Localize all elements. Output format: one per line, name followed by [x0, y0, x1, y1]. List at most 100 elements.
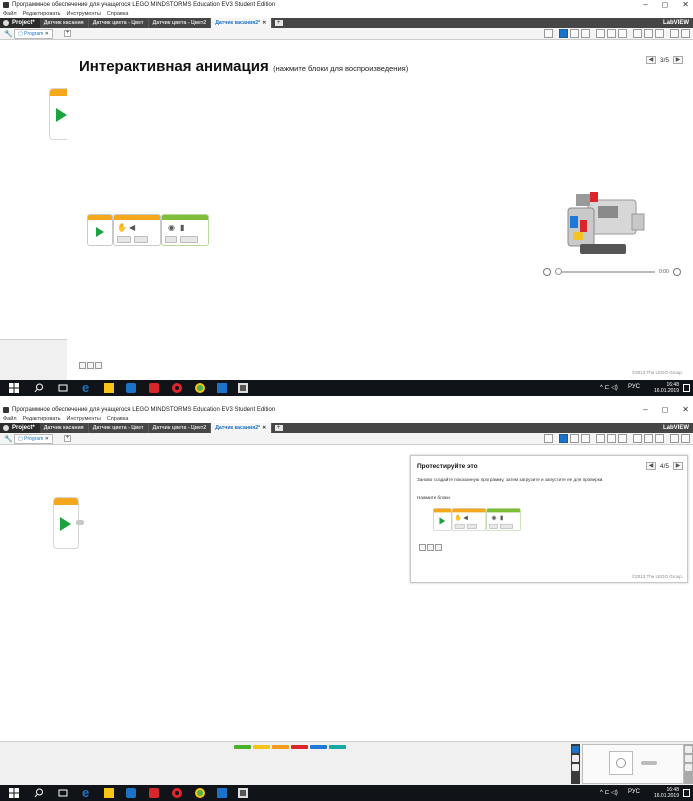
value-selector[interactable]	[180, 236, 198, 243]
zoom-out-icon[interactable]	[79, 362, 86, 369]
menu-tools[interactable]: Инструменты	[67, 415, 101, 423]
palette-sensor-tab[interactable]	[272, 745, 289, 749]
add-program-button[interactable]: +	[64, 30, 71, 37]
strip-start-block[interactable]	[433, 508, 452, 532]
palette-flow-tab[interactable]	[253, 745, 270, 749]
photos-icon[interactable]	[217, 788, 227, 798]
mode-selector[interactable]	[134, 236, 148, 243]
notification-icon[interactable]	[683, 789, 690, 797]
run-icon[interactable]	[685, 755, 692, 762]
close-window-button[interactable]: ✕	[682, 405, 689, 415]
help-icon[interactable]	[670, 434, 679, 443]
port-selector-2[interactable]	[165, 236, 177, 243]
maximize-button[interactable]: ◻	[662, 0, 669, 10]
port-selector[interactable]	[117, 236, 131, 243]
minimize-button[interactable]: –	[643, 0, 647, 10]
tray-icons[interactable]: ^ ⊏ ◁)	[600, 789, 618, 796]
comment-tool-icon[interactable]	[581, 29, 590, 38]
tab-touch-sensor[interactable]: Датчик касания	[40, 423, 89, 433]
tab-color-sensor[interactable]: Датчик цвета - Цвет	[89, 18, 149, 28]
zoom-in-icon[interactable]	[87, 362, 94, 369]
task-view-icon[interactable]	[58, 788, 68, 798]
robot-educator-icon[interactable]	[681, 434, 690, 443]
chrome-icon[interactable]	[195, 383, 205, 393]
add-program-button[interactable]: +	[64, 435, 71, 442]
language-indicator[interactable]: РУС	[628, 384, 640, 390]
close-tab-icon[interactable]: ✕	[262, 20, 266, 26]
ev3-icon[interactable]	[149, 383, 159, 393]
menu-edit[interactable]: Редактировать	[23, 10, 61, 18]
redo-icon[interactable]	[618, 29, 627, 38]
pan-tool-icon[interactable]	[570, 434, 579, 443]
minimize-button[interactable]: –	[643, 405, 647, 415]
tab-touch-sensor-2[interactable]: Датчик касания2* ✕	[211, 423, 272, 433]
menu-file[interactable]: Файл	[3, 10, 17, 18]
maximize-button[interactable]: ◻	[662, 405, 669, 415]
pan-tool-icon[interactable]	[570, 29, 579, 38]
tab-project[interactable]: Project*	[0, 18, 40, 28]
tray-icons[interactable]: ^ ⊏ ◁)	[600, 384, 618, 391]
tab-color-sensor-2[interactable]: Датчик цвета - Цвет2	[149, 18, 212, 28]
task-view-icon[interactable]	[58, 383, 68, 393]
comment-tool-icon[interactable]	[581, 434, 590, 443]
menu-help[interactable]: Справка	[107, 415, 129, 423]
wait-touch-block[interactable]: ✋ ◀	[113, 214, 161, 246]
lego-icon[interactable]	[238, 383, 248, 393]
search-icon[interactable]	[34, 383, 44, 393]
opera-icon[interactable]	[172, 383, 182, 393]
port-selector-2[interactable]	[489, 523, 498, 529]
tab-color-sensor-2[interactable]: Датчик цвета - Цвет2	[149, 423, 212, 433]
zoom-reset-icon[interactable]	[95, 362, 102, 369]
brick-info-icon[interactable]	[572, 746, 579, 753]
add-tab-button[interactable]: +	[274, 425, 283, 431]
opera-icon[interactable]	[172, 788, 182, 798]
mode-selector[interactable]	[466, 523, 477, 529]
prev-page-button[interactable]: ◀	[645, 462, 656, 470]
language-indicator[interactable]: РУС	[628, 789, 640, 795]
program-canvas[interactable]: Интерактивная анимация (нажмите блоки дл…	[0, 40, 693, 380]
tab-project[interactable]: Project*	[0, 423, 40, 433]
strip-start-block[interactable]	[87, 214, 113, 246]
store-icon[interactable]	[126, 788, 136, 798]
store-icon[interactable]	[126, 383, 136, 393]
select-tool-icon[interactable]	[559, 434, 568, 443]
close-program-icon[interactable]: ✕	[45, 31, 49, 37]
tab-touch-sensor-2[interactable]: Датчик касания2* ✕	[211, 18, 272, 28]
port-view-icon[interactable]	[572, 755, 579, 762]
close-tab-icon[interactable]: ✕	[262, 425, 266, 431]
zoom-in-icon[interactable]	[427, 544, 434, 551]
tab-touch-sensor[interactable]: Датчик касания	[40, 18, 89, 28]
available-bricks-icon[interactable]	[572, 764, 579, 771]
wrench-icon[interactable]: 🔧	[4, 30, 13, 38]
explorer-icon[interactable]	[104, 788, 114, 798]
zoom-fit-icon[interactable]	[655, 29, 664, 38]
next-page-button[interactable]: ▶	[673, 56, 683, 64]
edge-icon[interactable]: e	[82, 786, 92, 799]
tab-color-sensor[interactable]: Датчик цвета - Цвет	[89, 423, 149, 433]
palette-myblocks-tab[interactable]	[329, 745, 346, 749]
sensor-block[interactable]: ◉ ▮	[486, 508, 521, 532]
program-tab[interactable]: ▢ Program ✕	[14, 29, 53, 39]
chrome-icon[interactable]	[195, 788, 205, 798]
zoom-in-icon[interactable]	[644, 434, 653, 443]
wait-touch-block[interactable]: ✋ ◀	[451, 508, 487, 532]
port-selector[interactable]	[454, 523, 465, 529]
menu-file[interactable]: Файл	[3, 415, 17, 423]
close-window-button[interactable]: ✕	[682, 0, 689, 10]
clock[interactable]: 16:48 16.01.2019	[654, 787, 679, 799]
windows-icon[interactable]	[9, 383, 19, 393]
video-scrubber[interactable]	[555, 268, 562, 275]
zoom-fit-icon[interactable]	[655, 434, 664, 443]
download-icon[interactable]	[685, 746, 692, 753]
save-icon[interactable]	[596, 434, 605, 443]
edge-icon[interactable]: e	[82, 381, 92, 394]
palette-advanced-tab[interactable]	[310, 745, 327, 749]
video-play-button[interactable]	[543, 268, 551, 276]
redo-icon[interactable]	[618, 434, 627, 443]
zoom-reset-icon[interactable]	[435, 544, 442, 551]
palette-data-tab[interactable]	[291, 745, 308, 749]
undo-icon[interactable]	[607, 29, 616, 38]
undo-icon[interactable]	[607, 434, 616, 443]
explorer-icon[interactable]	[104, 383, 114, 393]
clock[interactable]: 16:48 16.01.2019	[654, 382, 679, 394]
